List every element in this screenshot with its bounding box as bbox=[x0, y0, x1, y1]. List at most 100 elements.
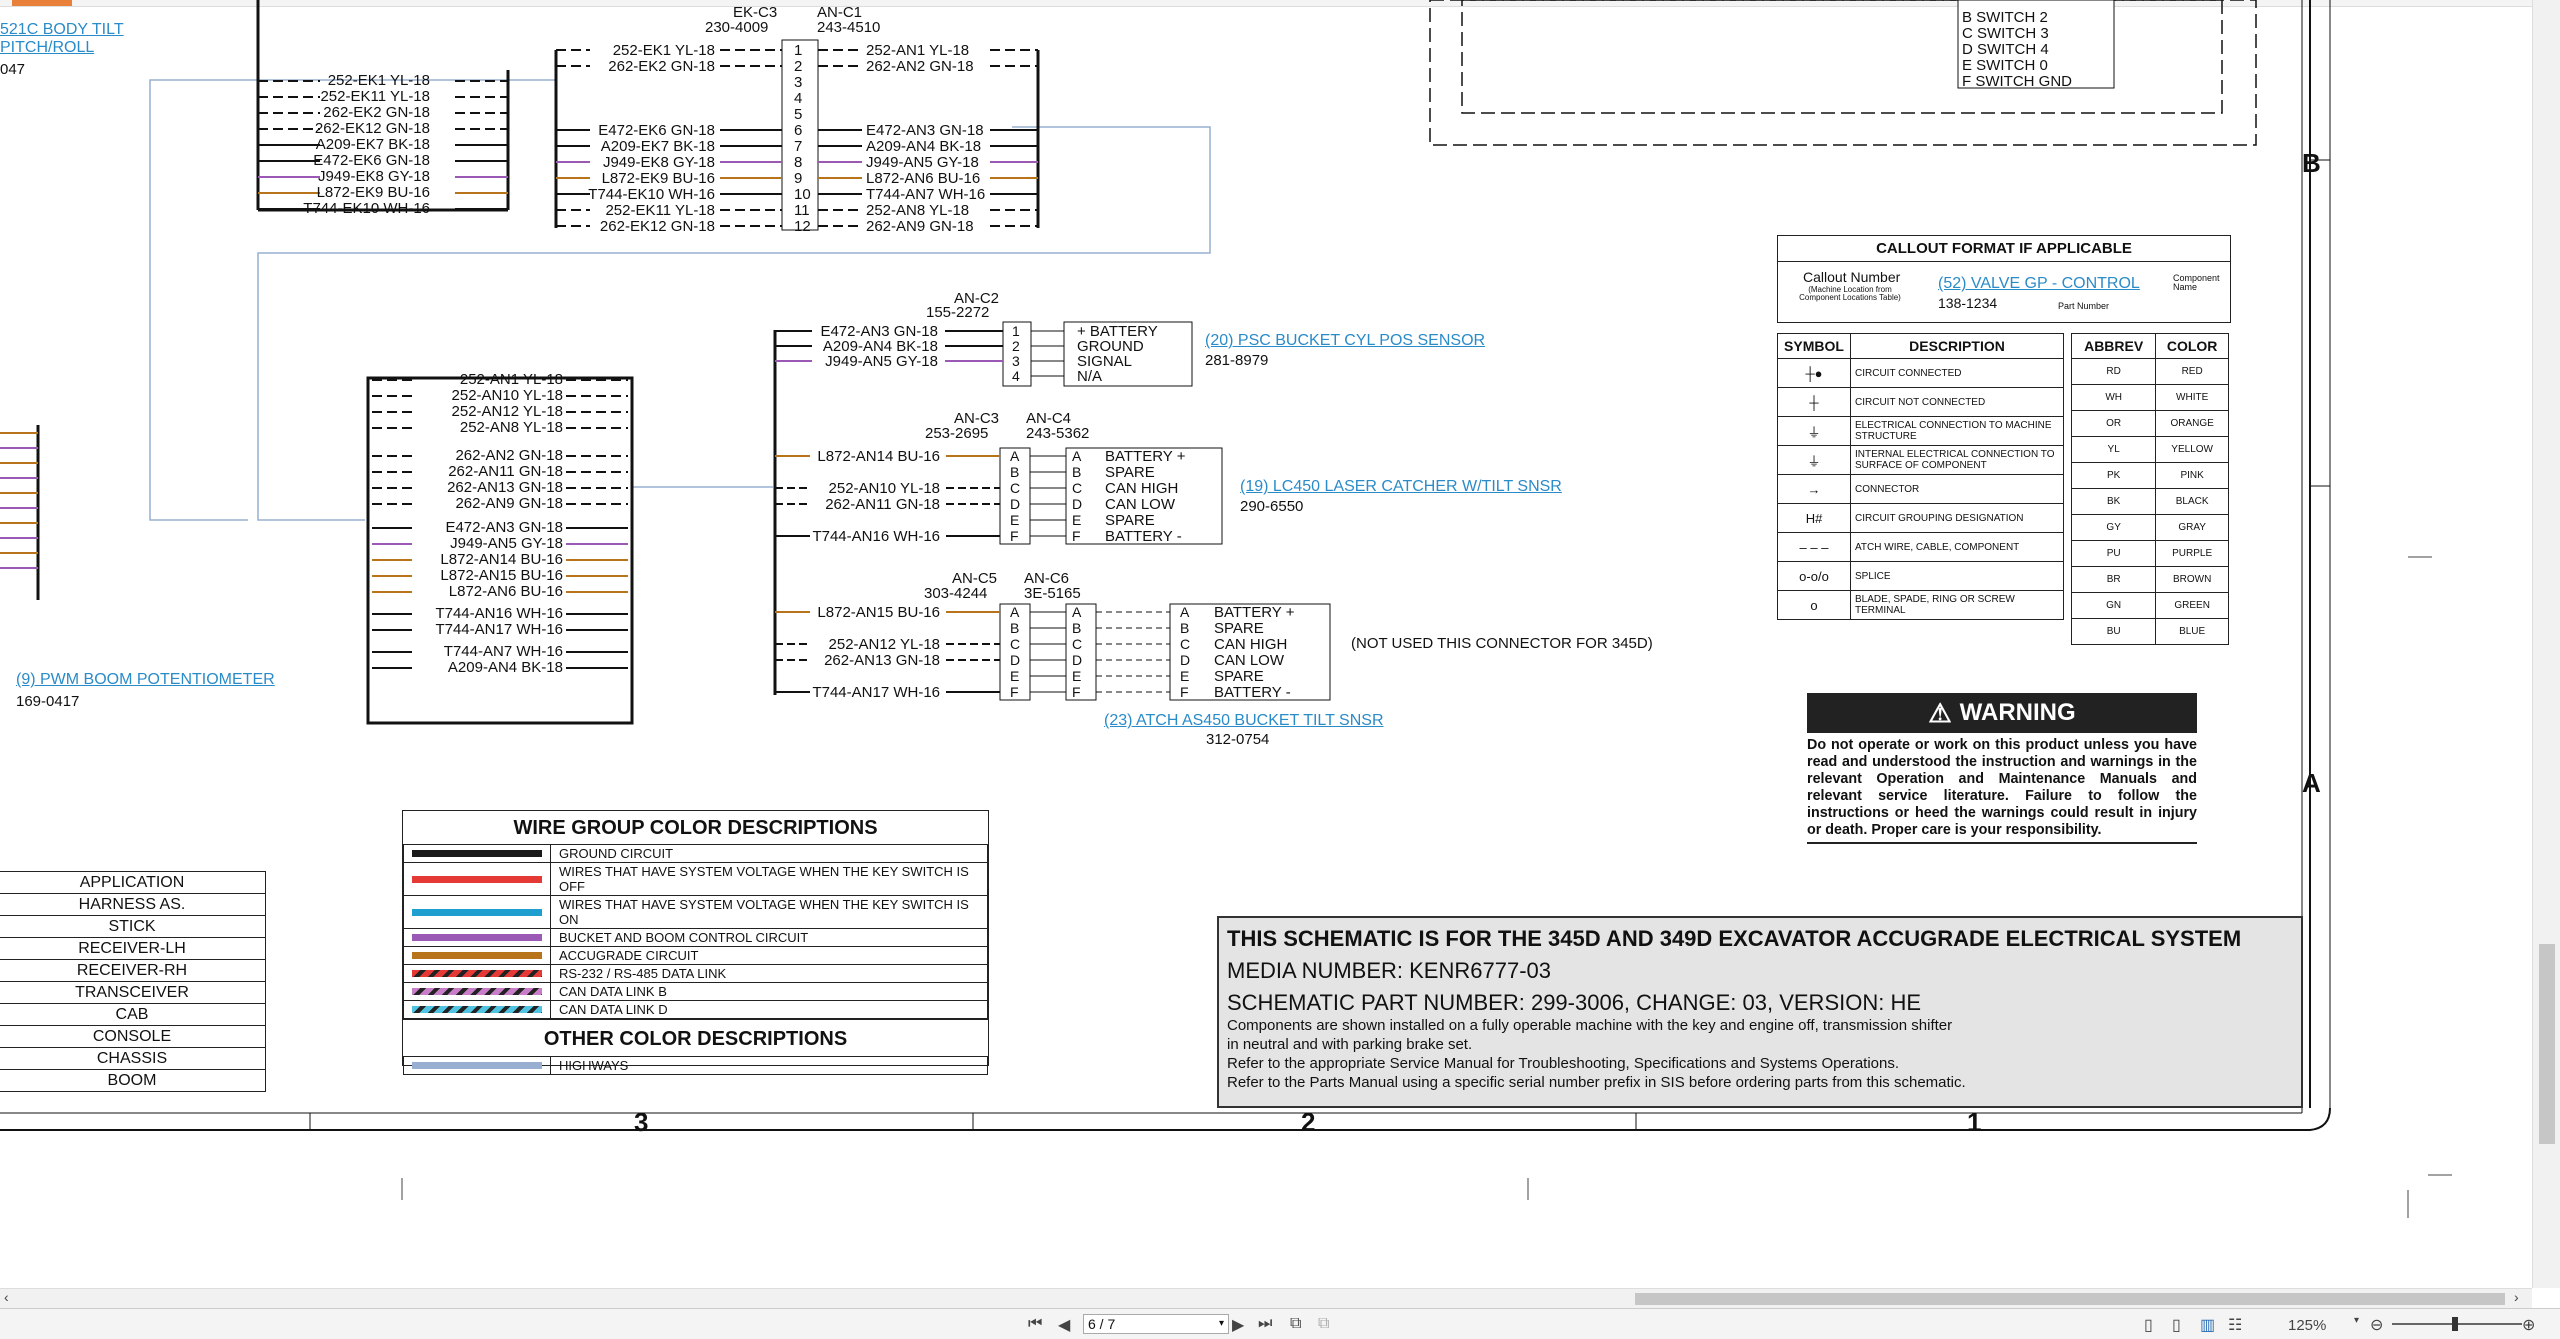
an-c1-wire-label: 252-AN8 YL-18 bbox=[866, 202, 970, 219]
color-swatch bbox=[412, 1006, 542, 1013]
an-c2-wire-label: J949-AN5 GY-18 bbox=[825, 353, 938, 370]
application-row: BOOM bbox=[0, 1069, 266, 1092]
an_c3-function: SPARE bbox=[1105, 464, 1155, 481]
other-color-table: HIGHWAYS bbox=[403, 1056, 988, 1075]
as450-link[interactable]: (23) ATCH AS450 BUCKET TILT SNSR bbox=[1104, 713, 1384, 729]
application-row: HARNESS AS. bbox=[0, 893, 266, 916]
pitch-roll-link[interactable]: PITCH/ROLL bbox=[0, 40, 94, 56]
connector-pin-number: 4 bbox=[794, 90, 803, 107]
symbol-glyph: – – – bbox=[1777, 532, 1851, 562]
zoom-slider[interactable] bbox=[2392, 1317, 2522, 1331]
single-page-view-icon[interactable]: ▯ bbox=[2144, 1315, 2153, 1334]
bundle-mid-wire-label: T744-AN16 WH-16 bbox=[435, 605, 563, 622]
connector-pin-number: 11 bbox=[794, 202, 810, 219]
an-c2-function: + BATTERY bbox=[1077, 323, 1158, 340]
color-desc-label: WIRES THAT HAVE SYSTEM VOLTAGE WHEN THE … bbox=[550, 895, 988, 929]
symbol-row: ┼● CIRCUIT CONNECTED bbox=[1777, 358, 2064, 388]
color-desc-label: GROUND CIRCUIT bbox=[550, 844, 988, 863]
an-c2-part: 155-2272 bbox=[926, 304, 990, 321]
symbols-header: SYMBOL bbox=[1777, 333, 1851, 359]
ek-wire-label: L872-EK9 BU-16 bbox=[601, 170, 715, 187]
connector-pin-number: 5 bbox=[794, 106, 803, 123]
horizontal-scroll-thumb[interactable] bbox=[1635, 1293, 2505, 1305]
color-name: GREEN bbox=[2155, 592, 2229, 619]
body-tilt-link[interactable]: 521C BODY TILT bbox=[0, 22, 124, 38]
zoom-out-icon[interactable]: ⊖ bbox=[2370, 1315, 2383, 1334]
color-desc-row: GROUND CIRCUIT bbox=[403, 844, 988, 863]
description-header: DESCRIPTION bbox=[1850, 333, 2064, 359]
an-c3-part: 253-2695 bbox=[925, 425, 989, 442]
scroll-right-icon[interactable]: › bbox=[2514, 1289, 2519, 1307]
pwm-boom-link[interactable]: (9) PWM BOOM POTENTIOMETER bbox=[16, 672, 275, 688]
an-c1-wire-label: 252-AN1 YL-18 bbox=[866, 42, 970, 59]
page-number-input[interactable]: 6 / 7 ▾ bbox=[1083, 1314, 1229, 1334]
color-desc-label: CAN DATA LINK B bbox=[550, 982, 988, 1001]
color-swatch bbox=[412, 875, 542, 883]
horizontal-scrollbar[interactable]: ‹ › bbox=[0, 1288, 2532, 1309]
fit-page-icon[interactable]: ⧉ bbox=[1290, 1315, 1301, 1333]
symbol-row: ⏚ ELECTRICAL CONNECTION TO MACHINE STRUCT… bbox=[1777, 416, 2064, 446]
zoom-in-icon[interactable]: ⊕ bbox=[2522, 1315, 2535, 1334]
psc-sensor-link[interactable]: (20) PSC BUCKET CYL POS SENSOR bbox=[1205, 333, 1485, 349]
an-c2-pin: 3 bbox=[1012, 353, 1020, 369]
abbrev-code: PK bbox=[2070, 462, 2157, 489]
symbol-glyph: ⏚ bbox=[1777, 445, 1851, 475]
last-page-icon[interactable]: ⏭ bbox=[1258, 1315, 1272, 1333]
color-desc-row: HIGHWAYS bbox=[403, 1056, 988, 1075]
page-dropdown-icon[interactable]: ▾ bbox=[1219, 1315, 1224, 1333]
an_c5-function: BATTERY + bbox=[1214, 604, 1295, 621]
zoom-level[interactable]: 125% bbox=[2288, 1317, 2326, 1335]
warning-title: WARNING bbox=[1959, 699, 2076, 726]
first-page-icon[interactable]: ⏮ bbox=[1028, 1315, 1042, 1333]
prev-page-icon[interactable]: ◀ bbox=[1058, 1315, 1070, 1334]
an_c3-mate-pin: A bbox=[1072, 448, 1082, 464]
an_c5-function: CAN LOW bbox=[1214, 652, 1285, 669]
vertical-scroll-thumb[interactable] bbox=[2539, 944, 2555, 1144]
color-swatch-cell bbox=[403, 982, 551, 1001]
callout-example-part: 138-1234 bbox=[1938, 295, 1998, 311]
vertical-scrollbar[interactable] bbox=[2532, 0, 2560, 1288]
application-cell: HARNESS AS. bbox=[0, 893, 266, 916]
an_c5-pin: A bbox=[1010, 604, 1020, 620]
scroll-left-icon[interactable]: ‹ bbox=[4, 1289, 9, 1307]
abbrev-code: OR bbox=[2070, 410, 2157, 437]
psc-sensor-part: 281-8979 bbox=[1205, 352, 1269, 369]
an_c3-function: BATTERY + bbox=[1105, 448, 1186, 465]
zoom-dropdown-icon[interactable]: ▾ bbox=[2354, 1315, 2359, 1333]
abbrev-code: BK bbox=[2070, 488, 2157, 515]
abbrev-row: BU BLUE bbox=[2070, 618, 2229, 645]
two-page-view-icon[interactable]: ▥ bbox=[2200, 1315, 2215, 1334]
color-desc-label: CAN DATA LINK D bbox=[550, 1000, 988, 1019]
continuous-view-icon[interactable]: ▯ bbox=[2172, 1315, 2181, 1334]
an-c6-sensor-pin: A bbox=[1180, 604, 1190, 620]
zoom-slider-handle[interactable] bbox=[2452, 1317, 2458, 1331]
callout-example-link[interactable]: (52) VALVE GP - CONTROL bbox=[1938, 276, 2140, 292]
color-swatch-cell bbox=[403, 844, 551, 863]
lc450-link[interactable]: (19) LC450 LASER CATCHER W/TILT SNSR bbox=[1240, 479, 1562, 495]
application-table: APPLICATION HARNESS AS. STICK RECEIVER-LH R… bbox=[0, 871, 266, 1092]
next-page-icon[interactable]: ▶ bbox=[1232, 1315, 1244, 1334]
an_c3-mate-pin: D bbox=[1072, 496, 1083, 512]
bundle-left-wire-label: 262-EK12 GN-18 bbox=[314, 120, 430, 137]
an_c5-function: SPARE bbox=[1214, 620, 1264, 637]
document-canvas: EK-C3 230-4009 AN-C1 243-4510 521C BODY … bbox=[0, 0, 2532, 1288]
an-c2-function: GROUND bbox=[1077, 338, 1144, 355]
callout-box: CALLOUT FORMAT IF APPLICABLE Callout Num… bbox=[1777, 235, 2231, 323]
abbrev-code: WH bbox=[2070, 384, 2157, 411]
color-swatch-cell bbox=[403, 895, 551, 929]
page-number-value: 6 / 7 bbox=[1088, 1316, 1116, 1332]
other-color-title: OTHER COLOR DESCRIPTIONS bbox=[403, 1019, 988, 1056]
abbrev-row: OR ORANGE bbox=[2070, 410, 2229, 437]
color-name: BLACK bbox=[2155, 488, 2229, 515]
an-c1-wire-label: J949-AN5 GY-18 bbox=[866, 154, 979, 171]
symbol-description: CIRCUIT CONNECTED bbox=[1850, 358, 2064, 388]
switch-list-item: E SWITCH 0 bbox=[1962, 57, 2048, 74]
an-c6-sensor-pin: B bbox=[1180, 620, 1190, 636]
an-c1-wire-label: 262-AN2 GN-18 bbox=[866, 58, 974, 75]
fit-width-icon[interactable]: ⧉ bbox=[1318, 1315, 1329, 1333]
bundle-mid-wire-label: L872-AN6 BU-16 bbox=[448, 583, 563, 600]
scrolling-view-icon[interactable]: ☷ bbox=[2228, 1315, 2242, 1334]
abbrev-code: GN bbox=[2070, 592, 2157, 619]
application-row: CAB bbox=[0, 1003, 266, 1026]
color-swatch bbox=[412, 970, 542, 977]
